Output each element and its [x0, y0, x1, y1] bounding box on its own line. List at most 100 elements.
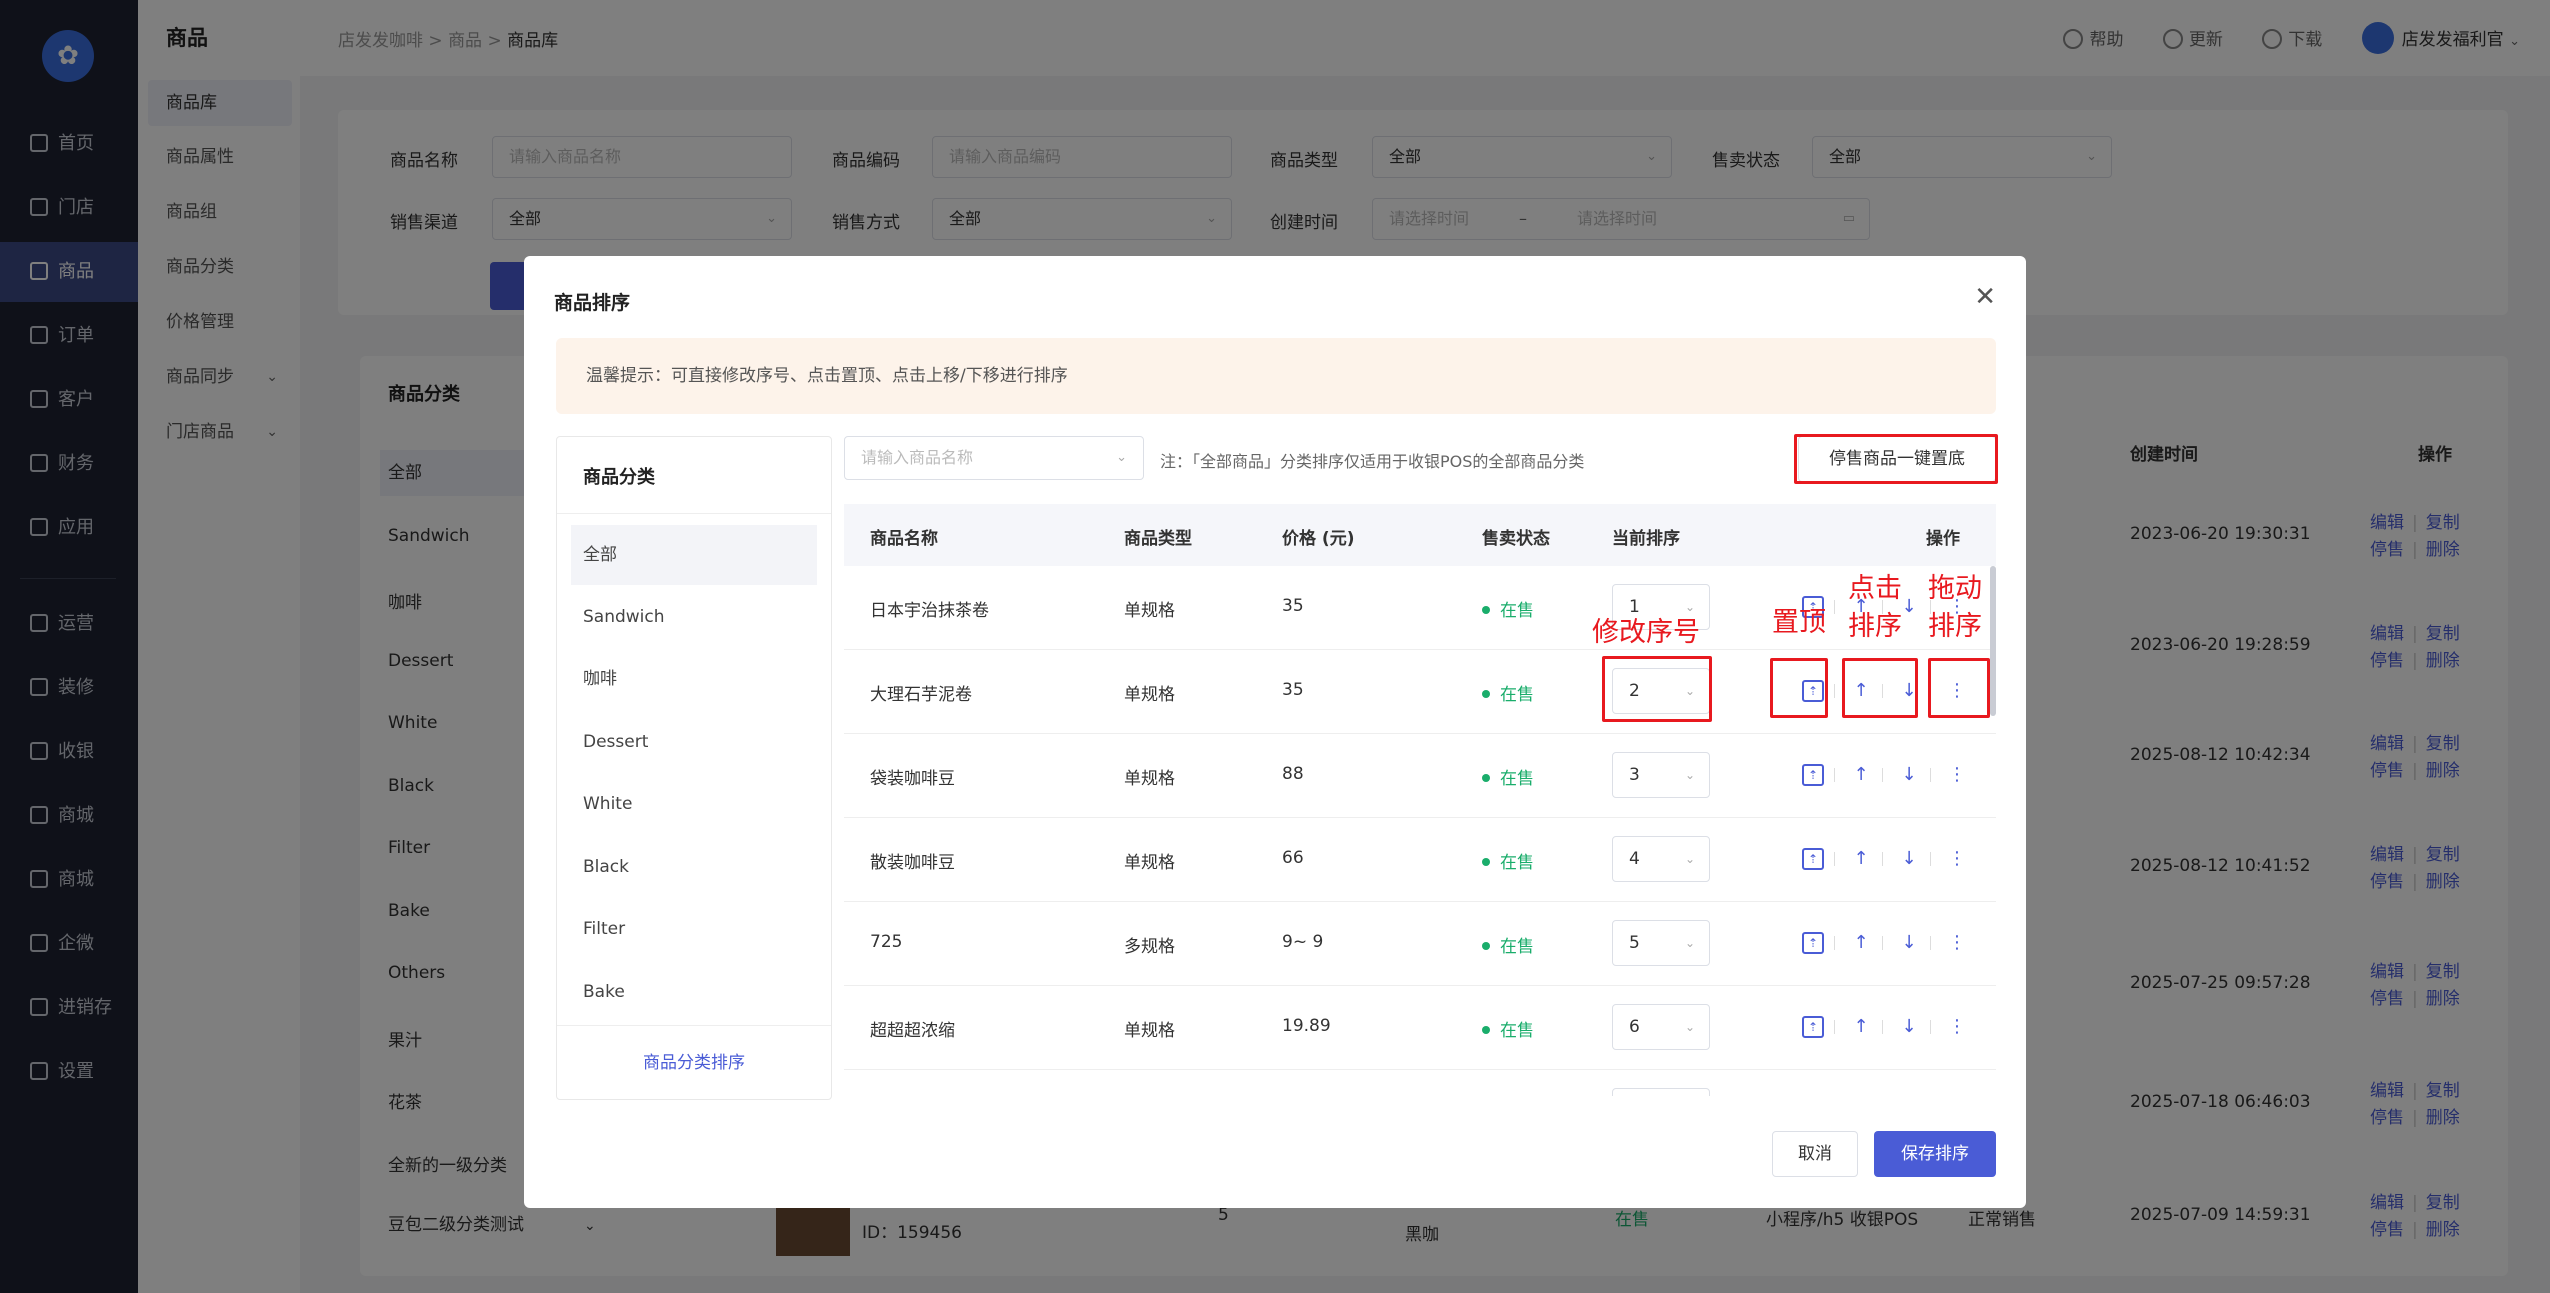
- row-price: 9~ 9: [1282, 932, 1324, 952]
- sort-goods-modal: 商品排序 ✕ 温馨提示：可直接修改序号、点击置顶、点击上移/下移进行排序 商品分…: [524, 256, 2026, 1208]
- category-item[interactable]: Sandwich: [571, 587, 817, 647]
- sort-number-select[interactable]: [1612, 1088, 1710, 1096]
- pin-top-icon[interactable]: ⇡: [1802, 932, 1824, 954]
- category-list-title: 商品分类: [583, 467, 655, 488]
- op-divider: [1882, 852, 1883, 866]
- op-divider: [1834, 936, 1835, 950]
- status-dot: [1482, 606, 1490, 614]
- row-status: 在售: [1482, 848, 1534, 873]
- row-type: 单规格: [1124, 1021, 1175, 1041]
- op-divider: [1834, 600, 1835, 614]
- arrow-down-icon[interactable]: ↓: [1898, 932, 1920, 954]
- category-item[interactable]: 咖啡: [571, 649, 817, 709]
- arrow-up-icon[interactable]: ↑: [1850, 764, 1872, 786]
- col-type: 商品类型: [1124, 529, 1192, 549]
- close-icon[interactable]: ✕: [1974, 284, 1996, 310]
- divider: [557, 513, 831, 514]
- col-op: 操作: [1926, 529, 1960, 549]
- category-sort-link[interactable]: 商品分类排序: [557, 1025, 831, 1099]
- cancel-button[interactable]: 取消: [1772, 1131, 1858, 1177]
- row-status: 在售: [1482, 1016, 1534, 1041]
- drag-handle-icon[interactable]: ⋮: [1946, 932, 1968, 954]
- chevron-down-icon: ⌄: [1116, 450, 1127, 465]
- col-name: 商品名称: [870, 529, 938, 549]
- category-item[interactable]: Black: [571, 837, 817, 897]
- category-item[interactable]: Bake: [571, 962, 817, 1022]
- row-name: 大理石芋泥卷: [870, 685, 972, 705]
- row-type: 单规格: [1124, 769, 1175, 789]
- annotation-click-sort-label-2: 排序: [1848, 611, 1902, 642]
- annotation-drag-sort-label-2: 排序: [1928, 611, 1982, 642]
- modal-title: 商品排序: [554, 292, 631, 314]
- annotation-drag-sort-label-1: 拖动: [1928, 573, 1982, 604]
- annotation-drag-sort-highlight: [1928, 658, 1990, 718]
- category-item-all[interactable]: 全部: [571, 525, 817, 585]
- tip-banner: 温馨提示：可直接修改序号、点击置顶、点击上移/下移进行排序: [556, 338, 1996, 414]
- arrow-down-icon[interactable]: ↓: [1898, 764, 1920, 786]
- chevron-down-icon: ⌄: [1684, 936, 1695, 950]
- annotation-pin-top-label: 置顶: [1772, 607, 1826, 638]
- row-name: 725: [870, 932, 903, 952]
- sort-table: 商品名称 商品类型 价格 (元) 售卖状态 当前排序 操作 日本宇治抹茶卷 单规…: [844, 504, 1996, 1096]
- row-type: 单规格: [1124, 601, 1175, 621]
- arrow-up-icon[interactable]: ↑: [1850, 848, 1872, 870]
- category-item[interactable]: Dessert: [571, 712, 817, 772]
- status-dot: [1482, 690, 1490, 698]
- table-row-partial[interactable]: [844, 1070, 1996, 1096]
- drag-handle-icon[interactable]: ⋮: [1946, 848, 1968, 870]
- row-name: 散装咖啡豆: [870, 853, 955, 873]
- table-row[interactable]: 散装咖啡豆 单规格 66 在售 4 ⌄ ⇡ ↑ ↓ ⋮: [844, 818, 1996, 902]
- op-divider: [1930, 936, 1931, 950]
- op-divider: [1834, 768, 1835, 782]
- table-header: 商品名称 商品类型 价格 (元) 售卖状态 当前排序 操作: [844, 504, 1996, 566]
- op-divider: [1882, 936, 1883, 950]
- annotation-modify-sort-label: 修改序号: [1592, 617, 1700, 648]
- row-name: 超超超浓缩: [870, 1021, 955, 1041]
- arrow-up-icon[interactable]: ↑: [1850, 932, 1872, 954]
- drag-handle-icon[interactable]: ⋮: [1946, 1016, 1968, 1038]
- annotation-modify-sort-highlight: [1602, 656, 1712, 722]
- op-divider: [1930, 1020, 1931, 1034]
- arrow-up-icon[interactable]: ↑: [1850, 1016, 1872, 1038]
- row-type: 单规格: [1124, 853, 1175, 873]
- category-item[interactable]: Filter: [571, 899, 817, 959]
- chevron-down-icon: ⌄: [1684, 1020, 1695, 1034]
- sort-number-select[interactable]: 4 ⌄: [1612, 836, 1710, 882]
- annotation-click-sort-label-1: 点击: [1848, 573, 1902, 604]
- sort-number-select[interactable]: 3 ⌄: [1612, 752, 1710, 798]
- col-sort: 当前排序: [1612, 529, 1680, 549]
- save-sort-button[interactable]: 保存排序: [1874, 1131, 1996, 1177]
- op-divider: [1930, 768, 1931, 782]
- annotation-click-sort-highlight: [1842, 658, 1918, 718]
- table-row[interactable]: 725 多规格 9~ 9 在售 5 ⌄ ⇡ ↑ ↓ ⋮: [844, 902, 1996, 986]
- op-divider: [1882, 1020, 1883, 1034]
- product-search-select[interactable]: 请输入商品名称 ⌄: [844, 436, 1144, 480]
- drag-handle-icon[interactable]: ⋮: [1946, 764, 1968, 786]
- row-status: 在售: [1482, 596, 1534, 621]
- chevron-down-icon: ⌄: [1684, 768, 1695, 782]
- arrow-down-icon[interactable]: ↓: [1898, 1016, 1920, 1038]
- pin-top-icon[interactable]: ⇡: [1802, 1016, 1824, 1038]
- row-status: 在售: [1482, 764, 1534, 789]
- table-scrollbar[interactable]: [1990, 566, 1996, 716]
- arrow-down-icon[interactable]: ↓: [1898, 848, 1920, 870]
- row-price: 66: [1282, 848, 1304, 868]
- row-price: 35: [1282, 680, 1304, 700]
- row-type: 单规格: [1124, 685, 1175, 705]
- annotation-pin-top-highlight: [1770, 658, 1828, 718]
- category-item[interactable]: White: [571, 774, 817, 834]
- row-name: 日本宇治抹茶卷: [870, 601, 989, 621]
- sort-number-select[interactable]: 5 ⌄: [1612, 920, 1710, 966]
- sort-number-select[interactable]: 6 ⌄: [1612, 1004, 1710, 1050]
- pin-top-icon[interactable]: ⇡: [1802, 764, 1824, 786]
- op-divider: [1834, 1020, 1835, 1034]
- table-row[interactable]: 超超超浓缩 单规格 19.89 在售 6 ⌄ ⇡ ↑ ↓ ⋮: [844, 986, 1996, 1070]
- col-price: 价格 (元): [1282, 529, 1355, 549]
- op-divider: [1930, 852, 1931, 866]
- status-dot: [1482, 858, 1490, 866]
- col-status: 售卖状态: [1482, 529, 1550, 549]
- row-status: 在售: [1482, 680, 1534, 705]
- pin-top-icon[interactable]: ⇡: [1802, 848, 1824, 870]
- table-row[interactable]: 袋装咖啡豆 单规格 88 在售 3 ⌄ ⇡ ↑ ↓ ⋮: [844, 734, 1996, 818]
- chevron-down-icon: ⌄: [1684, 852, 1695, 866]
